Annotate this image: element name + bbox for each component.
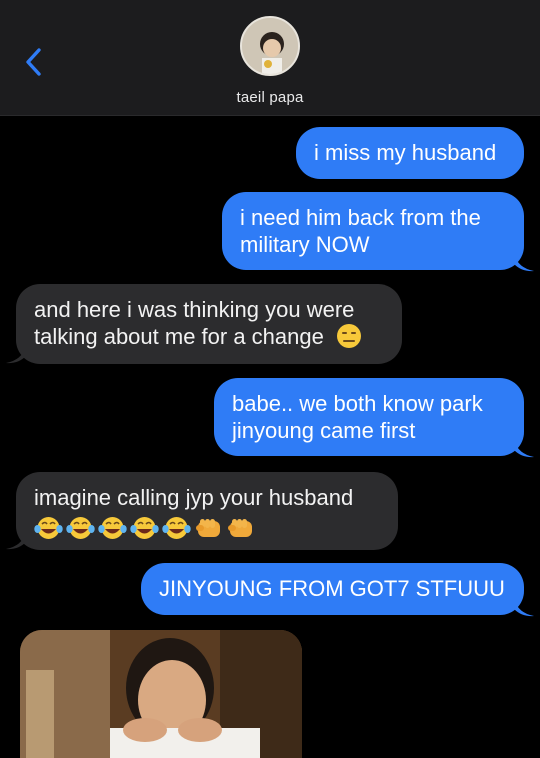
tears-of-joy-icon bbox=[34, 517, 63, 540]
oncoming-fist-icon bbox=[196, 519, 220, 538]
message-text: JINYOUNG FROM GOT7 STFUUU bbox=[159, 576, 505, 601]
tears-of-joy-icon bbox=[162, 517, 191, 540]
sent-message[interactable]: i need him back from the military NOW bbox=[222, 192, 524, 270]
message-text-line: i need him back from the bbox=[240, 205, 481, 230]
message-photo bbox=[20, 630, 302, 758]
message-text-line: imagine calling jyp your husband bbox=[34, 485, 354, 510]
bubble-tail bbox=[514, 440, 534, 458]
avatar-photo bbox=[242, 18, 298, 74]
bubble-tail bbox=[514, 254, 534, 272]
tears-of-joy-icon bbox=[98, 517, 127, 540]
contact-name[interactable]: taeil papa bbox=[0, 89, 540, 106]
message-text-line: jinyoung came first bbox=[232, 418, 416, 443]
oncoming-fist-icon bbox=[228, 519, 252, 538]
chevron-left-icon bbox=[26, 48, 41, 76]
contact-avatar[interactable] bbox=[240, 16, 300, 76]
bubble-tail bbox=[6, 532, 26, 550]
sent-message[interactable]: i miss my husband bbox=[296, 127, 524, 179]
bubble-tail bbox=[6, 346, 26, 364]
expressionless-face-icon bbox=[336, 324, 361, 348]
message-thread[interactable]: i miss my husband i need him back from t… bbox=[0, 116, 540, 758]
emoji-row bbox=[34, 515, 255, 541]
message-text-line: babe.. we both know park bbox=[232, 391, 483, 416]
message-text-line: and here i was thinking you were bbox=[34, 297, 355, 322]
received-image-message[interactable] bbox=[20, 630, 302, 758]
message-text: i miss my husband bbox=[314, 140, 497, 165]
received-message[interactable]: imagine calling jyp your husband bbox=[16, 472, 398, 550]
message-text-line: talking about me for a change bbox=[34, 323, 384, 350]
received-message[interactable]: and here i was thinking you were talking… bbox=[16, 284, 402, 364]
sent-message[interactable]: JINYOUNG FROM GOT7 STFUUU bbox=[141, 563, 524, 615]
back-button[interactable] bbox=[18, 44, 48, 80]
message-text-fragment: talking about me for a change bbox=[34, 324, 324, 349]
bubble-tail bbox=[514, 599, 534, 617]
conversation-header: taeil papa bbox=[0, 0, 540, 116]
tears-of-joy-icon bbox=[130, 517, 159, 540]
tears-of-joy-icon bbox=[66, 517, 95, 540]
message-text-line: military NOW bbox=[240, 232, 370, 257]
sent-message[interactable]: babe.. we both know park jinyoung came f… bbox=[214, 378, 524, 456]
